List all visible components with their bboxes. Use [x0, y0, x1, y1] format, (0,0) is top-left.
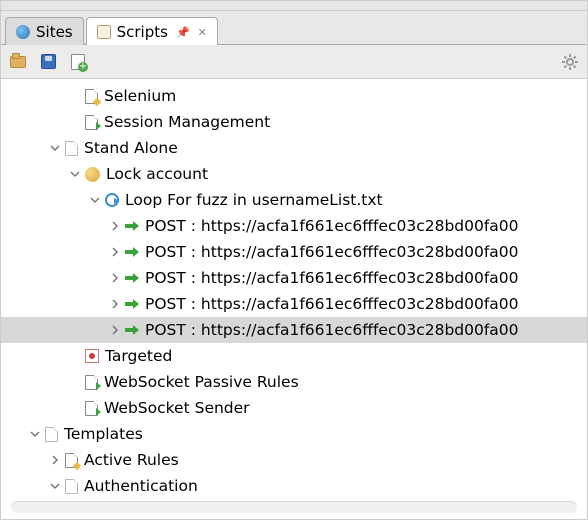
expand-toggle[interactable]: [107, 244, 123, 260]
script-doc-icon: [65, 453, 78, 468]
request-icon: [125, 245, 139, 259]
script-doc-icon: [85, 375, 98, 390]
tree-row[interactable]: POST : https://acfa1f661ec6fffec03c28bd0…: [1, 239, 587, 265]
tree-row[interactable]: Selenium: [1, 83, 587, 109]
close-icon[interactable]: ✕: [198, 26, 207, 39]
pin-icon[interactable]: 📌: [176, 26, 190, 39]
tree-row[interactable]: POST : https://acfa1f661ec6fffec03c28bd0…: [1, 291, 587, 317]
tree-row[interactable]: POST : https://acfa1f661ec6fffec03c28bd0…: [1, 213, 587, 239]
tree-row[interactable]: Loop For fuzz in usernameList.txt: [1, 187, 587, 213]
tab-scripts[interactable]: Scripts 📌 ✕: [86, 17, 218, 45]
tree-row[interactable]: Targeted: [1, 343, 587, 369]
request-icon: [125, 297, 139, 311]
loop-icon: [105, 193, 119, 207]
tab-sites[interactable]: Sites: [5, 17, 84, 45]
tree-item-label: WebSocket Passive Rules: [104, 373, 299, 391]
folder-doc-icon: [65, 479, 78, 494]
open-folder-button[interactable]: [9, 53, 27, 71]
script-doc-icon: [85, 115, 98, 130]
scripts-toolbar: [1, 45, 587, 79]
tree-row[interactable]: Session Management: [1, 109, 587, 135]
tree-row[interactable]: WebSocket Passive Rules: [1, 369, 587, 395]
expand-toggle[interactable]: [107, 322, 123, 338]
tree-item-label: WebSocket Sender: [104, 399, 250, 417]
script-doc-icon: [85, 401, 98, 416]
expand-toggle[interactable]: [47, 452, 63, 468]
tree-item-label: Selenium: [104, 87, 176, 105]
tree-item-label: Targeted: [105, 347, 172, 365]
window-top-strip: [1, 1, 587, 11]
target-icon: [85, 349, 99, 363]
tree-item-label: Session Management: [104, 113, 270, 131]
gear-icon: [562, 54, 578, 70]
tab-bar: Sites Scripts 📌 ✕: [1, 11, 587, 45]
expand-toggle[interactable]: [107, 296, 123, 312]
expand-toggle[interactable]: [47, 478, 63, 494]
lock-icon: [85, 167, 100, 182]
request-icon: [125, 271, 139, 285]
expand-toggle[interactable]: [87, 192, 103, 208]
tree-item-label: Active Rules: [84, 451, 179, 469]
tree-item-label: POST : https://acfa1f661ec6fffec03c28bd0…: [145, 321, 519, 339]
tree-item-label: POST : https://acfa1f661ec6fffec03c28bd0…: [145, 217, 519, 235]
expand-toggle[interactable]: [47, 140, 63, 156]
new-script-button[interactable]: [69, 53, 87, 71]
tree-item-label: Loop For fuzz in usernameList.txt: [125, 191, 383, 209]
tree-row[interactable]: Active Rules: [1, 447, 587, 473]
expand-toggle[interactable]: [67, 166, 83, 182]
tree-row[interactable]: POST : https://acfa1f661ec6fffec03c28bd0…: [1, 317, 587, 343]
request-icon: [125, 219, 139, 233]
tree-row[interactable]: Templates: [1, 421, 587, 447]
new-script-icon: [71, 54, 85, 70]
expand-toggle[interactable]: [27, 426, 43, 442]
tree-row[interactable]: Stand Alone: [1, 135, 587, 161]
folder-doc-icon: [65, 141, 78, 156]
folder-icon: [10, 56, 26, 68]
script-doc-icon: [85, 89, 98, 104]
tree-row[interactable]: Authentication: [1, 473, 587, 499]
folder-doc-icon: [45, 427, 58, 442]
globe-icon: [16, 25, 30, 39]
scripts-panel: Sites Scripts 📌 ✕ Selenium Session Manage…: [0, 0, 588, 520]
settings-button[interactable]: [561, 53, 579, 71]
tree-item-label: Lock account: [106, 165, 208, 183]
save-button[interactable]: [39, 53, 57, 71]
tree-item-label: Templates: [64, 425, 143, 443]
script-icon: [97, 25, 111, 39]
expand-toggle[interactable]: [107, 218, 123, 234]
tab-label: Scripts: [117, 23, 168, 41]
scripts-tree[interactable]: Selenium Session Management Stand Alone Loc…: [1, 79, 587, 501]
request-icon: [125, 323, 139, 337]
tree-row[interactable]: GAuthentication default template GraalJS…: [1, 499, 587, 501]
tree-item-label: Authentication: [84, 477, 198, 495]
tree-item-label: POST : https://acfa1f661ec6fffec03c28bd0…: [145, 243, 519, 261]
tree-item-label: POST : https://acfa1f661ec6fffec03c28bd0…: [145, 295, 519, 313]
tab-label: Sites: [36, 23, 73, 41]
tree-row[interactable]: POST : https://acfa1f661ec6fffec03c28bd0…: [1, 265, 587, 291]
expand-toggle[interactable]: [107, 270, 123, 286]
tree-row[interactable]: WebSocket Sender: [1, 395, 587, 421]
tree-item-label: POST : https://acfa1f661ec6fffec03c28bd0…: [145, 269, 519, 287]
tree-item-label: Stand Alone: [84, 139, 178, 157]
tree-row[interactable]: Lock account: [1, 161, 587, 187]
floppy-icon: [41, 54, 56, 69]
horizontal-scrollbar[interactable]: [11, 501, 577, 513]
